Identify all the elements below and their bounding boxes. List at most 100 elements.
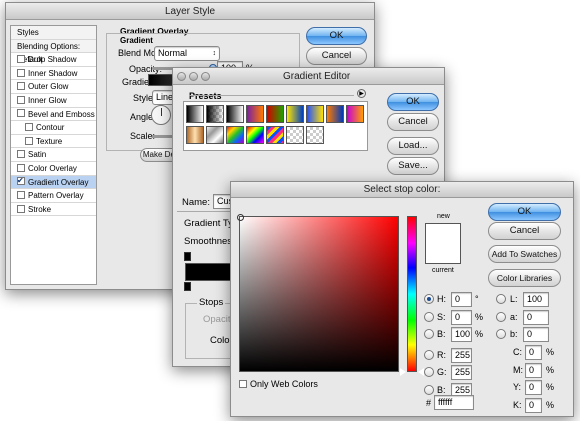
style-item[interactable]: Outer Glow [11, 80, 96, 94]
presets-menu-icon[interactable]: ▶ [357, 89, 366, 98]
color-field-cursor[interactable] [237, 214, 244, 221]
color-stop-left[interactable] [184, 282, 191, 291]
radio-button[interactable] [496, 311, 506, 322]
style-item[interactable]: Stroke [11, 202, 96, 217]
opacity-stop-left[interactable] [184, 252, 191, 261]
only-web-colors-checkbox[interactable]: Only Web Colors [239, 379, 318, 389]
cmyk-value-input[interactable]: 0 [525, 380, 542, 395]
color-picker-ok-button[interactable]: OK [488, 203, 561, 221]
radio-button[interactable] [424, 329, 434, 339]
color-value-input[interactable]: 0 [451, 292, 472, 307]
preset-swatch[interactable] [326, 105, 344, 123]
color-libraries-button[interactable]: Color Libraries [488, 269, 561, 287]
style-item[interactable]: Pattern Overlay [11, 189, 96, 203]
color-field[interactable] [237, 214, 399, 372]
radio-button[interactable] [424, 384, 434, 395]
style-item[interactable]: Drop Shadow [11, 53, 96, 67]
checkbox-icon[interactable] [25, 123, 33, 132]
style-item-label: Color Overlay [28, 163, 77, 173]
styles-header[interactable]: Styles [11, 26, 96, 40]
checkbox-icon[interactable] [17, 174, 25, 187]
radio-button[interactable] [424, 311, 434, 322]
angle-dial[interactable] [151, 105, 171, 125]
preset-swatch[interactable] [266, 126, 284, 144]
unit-label: % [546, 347, 555, 357]
color-value-input[interactable]: 255 [451, 365, 472, 380]
preset-swatch[interactable] [226, 126, 244, 144]
new-color-swatch [425, 223, 461, 263]
unit-label: % [475, 311, 484, 322]
color-picker-cancel-button[interactable]: Cancel [488, 222, 561, 240]
lab-value-input[interactable]: 100 [523, 292, 549, 307]
only-web-colors-label: Only Web Colors [250, 379, 318, 389]
checkbox-icon[interactable] [17, 204, 25, 213]
preset-swatch[interactable] [306, 126, 324, 144]
style-item[interactable]: Gradient Overlay [11, 174, 96, 190]
name-label: Name: [182, 197, 210, 208]
checkbox-icon[interactable] [17, 82, 25, 91]
blend-mode-select[interactable]: Normal ↕ [154, 46, 220, 61]
lab-value-input[interactable]: 0 [523, 327, 549, 342]
cmyk-value-input[interactable]: 0 [525, 362, 542, 378]
color-value-input[interactable]: 100 [451, 327, 472, 342]
blending-options-item[interactable]: Blending Options: Default [11, 39, 96, 64]
style-item[interactable]: Contour [11, 121, 96, 135]
radio-button[interactable] [496, 294, 506, 304]
gradient-editor-ok-button[interactable]: OK [387, 93, 439, 111]
unit-label: % [546, 399, 555, 410]
preset-swatch[interactable] [186, 126, 204, 144]
radio-button[interactable] [424, 349, 434, 360]
gradient-editor-cancel-button[interactable]: Cancel [387, 113, 439, 131]
checkbox-icon[interactable] [17, 55, 25, 64]
preset-swatch[interactable] [286, 126, 304, 144]
save-button[interactable]: Save... [387, 157, 439, 175]
gradient-editor-titlebar: Gradient Editor [173, 68, 444, 85]
close-window-icon[interactable] [177, 72, 186, 81]
preset-swatch[interactable] [226, 105, 244, 123]
lab-value-input[interactable]: 0 [523, 309, 549, 325]
preset-swatch[interactable] [246, 126, 264, 144]
checkbox-icon[interactable] [17, 109, 25, 118]
radio-button[interactable] [496, 329, 506, 339]
style-item[interactable]: Inner Shadow [11, 66, 96, 81]
style-item[interactable]: Satin [11, 148, 96, 162]
hue-slider[interactable] [407, 216, 417, 372]
preset-swatch[interactable] [206, 126, 224, 144]
preset-swatch[interactable] [206, 105, 224, 123]
radio-button[interactable] [424, 367, 434, 377]
layer-style-ok-button[interactable]: OK [306, 27, 367, 45]
style-item[interactable]: Bevel and Emboss [11, 107, 96, 122]
current-color-swatch[interactable] [425, 263, 461, 264]
checkbox-icon[interactable] [17, 191, 25, 200]
cmyk-value-input[interactable]: 0 [525, 397, 542, 413]
color-value-input[interactable]: 255 [451, 347, 472, 363]
zoom-window-icon[interactable] [201, 72, 210, 81]
preset-swatch[interactable] [306, 105, 324, 123]
cmyk-value-input[interactable]: 0 [525, 345, 542, 360]
preset-swatch[interactable] [186, 105, 204, 123]
load-button[interactable]: Load... [387, 137, 439, 155]
hex-input[interactable]: ffffff [434, 395, 474, 410]
preset-swatch[interactable] [266, 105, 284, 123]
radio-button[interactable] [424, 294, 434, 304]
checkbox-icon[interactable] [25, 136, 33, 145]
checkbox-icon[interactable] [17, 150, 25, 159]
style-item[interactable]: Color Overlay [11, 161, 96, 176]
preset-swatch[interactable] [246, 105, 264, 123]
field-label: G: [437, 367, 447, 377]
checkbox-icon[interactable] [17, 163, 25, 172]
hex-prefix: # [426, 398, 432, 408]
preset-swatch[interactable] [346, 105, 364, 123]
checkbox-icon[interactable] [17, 68, 25, 77]
style-item[interactable]: Inner Glow [11, 93, 96, 108]
layer-style-cancel-button[interactable]: Cancel [306, 47, 367, 65]
hue-slider-arrow-left[interactable] [400, 368, 406, 376]
add-to-swatches-button[interactable]: Add To Swatches [488, 245, 561, 263]
checkbox-icon[interactable] [17, 95, 25, 104]
minimize-window-icon[interactable] [189, 72, 198, 81]
style-item[interactable]: Texture [11, 134, 96, 149]
checkbox-icon [239, 379, 247, 388]
color-value-input[interactable]: 0 [451, 309, 472, 325]
preset-swatch[interactable] [286, 105, 304, 123]
style-item-label: Satin [28, 150, 47, 160]
